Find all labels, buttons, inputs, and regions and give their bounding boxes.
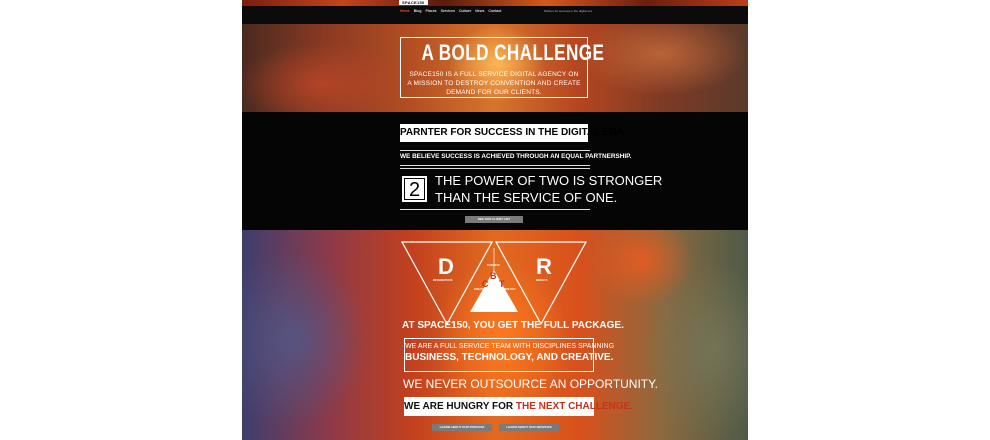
package-section: D R DIFFERENTIATE RESULTS BUSINESS CREAT… [242,230,748,440]
belief-text: WE BELIEVE SUCCESS IS ACHIEVED THROUGH A… [400,153,632,160]
triangle-graphic [400,241,588,326]
page: SPACE150 Home Blog Places Services Cultu… [242,0,748,440]
label-differentiate: DIFFERENTIATE [433,279,453,282]
letter-r: R [536,254,552,279]
disciplines-text: BUSINESS, TECHNOLOGY, AND CREATIVE. [405,352,614,363]
learn-process-button[interactable]: LEARN ABOUT OUR PROCESS [432,424,492,431]
letter-t: T [499,279,505,289]
number-two-badge: 2 [402,176,427,202]
nav-item-blog[interactable]: Blog [414,9,422,14]
hero-box: A BOLD CHALLENGE SPACE150 IS A FULL SERV… [400,37,605,98]
partner-heading: PARNTER FOR SUCCESS IN THE DIGITAL ERA. [400,124,627,142]
number-two: 2 [404,178,425,201]
nav-item-news[interactable]: News [475,9,484,14]
letter-b: B [490,271,497,281]
team-text: WE ARE A FULL SERVICE TEAM WITH DISCIPLI… [405,343,615,350]
divider [400,168,590,169]
hungry-text-part1: WE ARE HUNGRY FOR [404,401,516,412]
divider [400,209,590,210]
main-nav: Home Blog Places Services Culture News C… [400,9,501,14]
nav-item-culture[interactable]: Culture [459,9,471,14]
nav-item-home[interactable]: Home [400,9,410,14]
team-box: WE ARE A FULL SERVICE TEAM WITH DISCIPLI… [404,338,615,372]
header-tagline: Partner for success in the digital era. [544,9,593,13]
partnership-section: PARNTER FOR SUCCESS IN THE DIGITAL ERA. … [242,112,748,230]
never-outsource-text: WE NEVER OUTSOURCE AN OPPORTUNITY. [403,377,658,391]
power-of-two-text: THE POWER OF TWO IS STRONGER THAN THE SE… [435,172,663,206]
client-list-button[interactable]: SEE OUR CLIENT LIST [465,216,523,223]
letter-d: D [438,254,454,279]
hero-section: A BOLD CHALLENGE SPACE150 IS A FULL SERV… [242,24,748,112]
hungry-banner: WE ARE HUNGRY FOR THE NEXT CHALLENGE. [404,397,633,416]
power-line-1: THE POWER OF TWO IS STRONGER [435,173,663,188]
power-line-2: THAN THE SERVICE OF ONE. [435,190,618,205]
nav-item-services[interactable]: Services [441,9,455,14]
hero-title: A BOLD CHALLENGE [421,40,605,65]
divider [400,150,590,151]
divider [400,165,590,166]
label-results: RESULTS [536,279,548,282]
package-heading: AT SPACE150, YOU GET THE FULL PACKAGE. [402,320,624,331]
nav-item-contact[interactable]: Contact [488,9,501,14]
hero-text: SPACE150 IS A FULL SERVICE DIGITAL AGENC… [407,71,581,96]
logo[interactable]: SPACE150 [399,0,428,5]
label-business: BUSINESS [487,264,500,267]
learn-services-button[interactable]: LEARN ABOUT OUR SERVICES [499,424,559,431]
nav-item-places[interactable]: Places [426,9,437,14]
letter-c: C [482,279,489,289]
hungry-text-part2: THE NEXT CHALLENGE. [515,401,634,412]
